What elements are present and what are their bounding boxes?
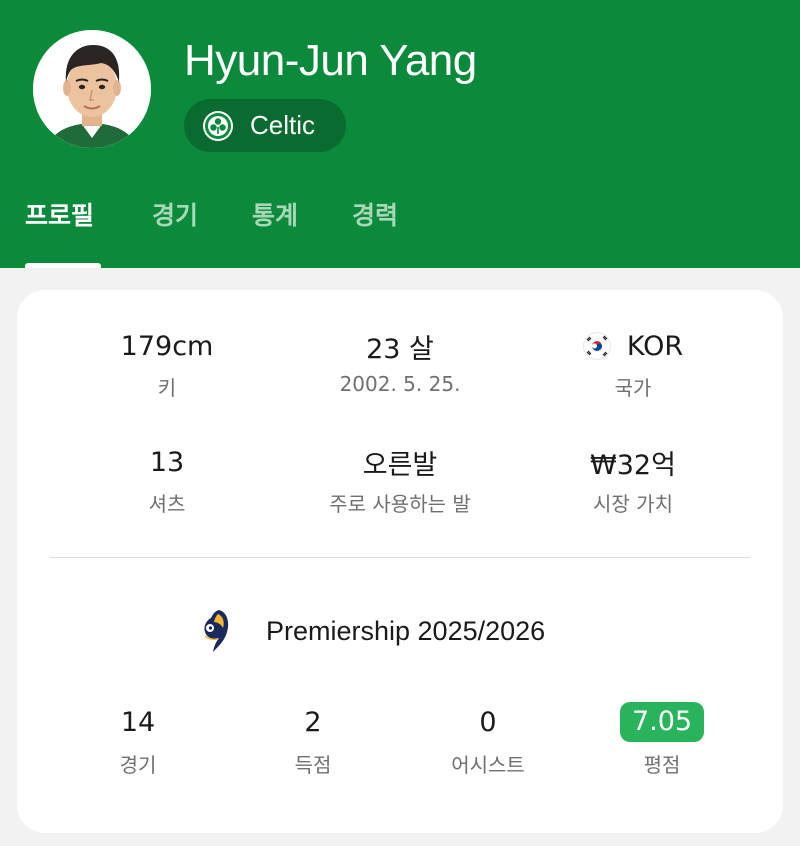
player-header: Hyun-Jun Yang Celtic 프로필 경기 통계 경력	[0, 0, 800, 268]
tab-profile[interactable]: 프로필	[25, 196, 94, 232]
season-stat-assists: 0 어시스트	[398, 703, 578, 778]
stat-country: KOR 국가	[513, 328, 753, 401]
shirt-label: 셔츠	[148, 492, 186, 516]
tab-career[interactable]: 경력	[352, 196, 398, 232]
team-name: Celtic	[250, 110, 316, 140]
profile-card: 179cm 키 23 살 2002. 5. 25. KOR 국가 13 셔츠 오…	[17, 290, 783, 833]
stat-age: 23 살 2002. 5. 25.	[280, 328, 520, 397]
team-chip[interactable]: Celtic	[184, 99, 346, 152]
matches-value: 14	[120, 706, 156, 738]
market-value-label: 시장 가치	[593, 492, 673, 516]
tab-stats[interactable]: 통계	[252, 196, 298, 232]
assists-label: 어시스트	[451, 753, 525, 777]
season-stat-goals: 2 득점	[223, 703, 403, 778]
height-value: 179cm	[120, 330, 214, 362]
player-name: Hyun-Jun Yang	[184, 36, 477, 85]
stat-market-value: ₩32억 시장 가치	[513, 444, 753, 517]
country-label: 국가	[614, 376, 652, 400]
season-stat-rating: 7.05 평점	[572, 702, 752, 778]
player-avatar	[33, 30, 151, 148]
foot-label: 주로 사용하는 발	[329, 492, 471, 516]
south-korea-flag-icon	[582, 332, 611, 360]
active-tab-indicator	[25, 263, 101, 268]
stat-shirt: 13 셔츠	[47, 444, 287, 517]
goals-value: 2	[304, 706, 322, 738]
birthdate-label: 2002. 5. 25.	[339, 372, 461, 396]
rating-label: 평점	[643, 753, 681, 777]
league-header[interactable]: Premiership 2025/2026	[197, 605, 545, 657]
section-divider	[50, 557, 750, 558]
tab-matches[interactable]: 경기	[152, 196, 198, 232]
assists-value: 0	[479, 706, 497, 738]
premiership-lion-logo	[204, 610, 229, 652]
celtic-crest-icon	[203, 110, 233, 141]
league-name: Premiership 2025/2026	[266, 615, 546, 646]
stat-height: 179cm 키	[47, 328, 287, 401]
season-stat-matches: 14 경기	[48, 703, 228, 778]
market-value: ₩32억	[590, 449, 676, 481]
shirt-value: 13	[149, 446, 185, 478]
matches-label: 경기	[119, 753, 157, 777]
country-code: KOR	[626, 330, 684, 362]
foot-value: 오른발	[362, 449, 438, 481]
age-value: 23 살	[366, 333, 434, 365]
rating-badge: 7.05	[619, 702, 705, 742]
stat-foot: 오른발 주로 사용하는 발	[280, 444, 520, 517]
goals-label: 득점	[294, 753, 332, 777]
tab-bar: 프로필 경기 통계 경력	[0, 196, 800, 268]
height-label: 키	[157, 376, 177, 400]
country-value: KOR	[513, 328, 753, 364]
